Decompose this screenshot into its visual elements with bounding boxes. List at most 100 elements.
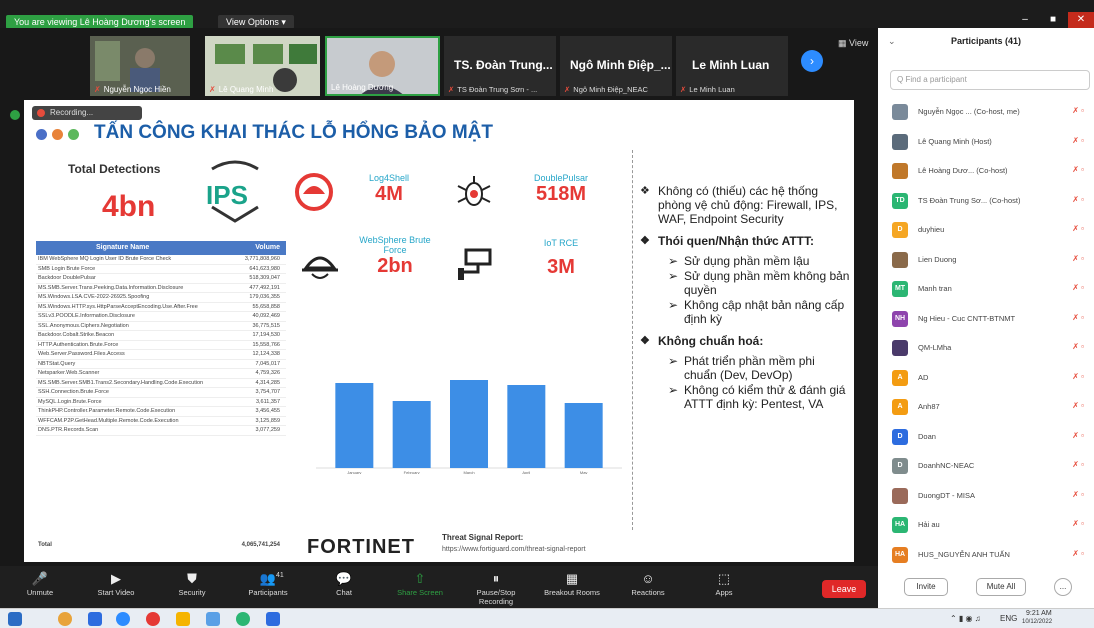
avatar: HA <box>892 517 908 533</box>
security-shield-icon <box>10 110 20 120</box>
thumb-name: Lê Quang Minh <box>218 85 274 94</box>
app-icon[interactable] <box>146 612 160 626</box>
table-row: Netsparker.Web.Scanner 4,759,326 <box>36 369 286 379</box>
table-row: MS.Windows.LSA.CVE-2022-26925.Spoofing 17… <box>36 293 286 303</box>
view-button[interactable]: ▦ View <box>838 38 868 49</box>
leave-button[interactable]: Leave <box>822 580 866 598</box>
column-header: Signature Name <box>96 244 150 251</box>
video-thumb-1[interactable]: ✗ Nguyễn Ngọc Hiền <box>90 36 190 96</box>
signature-name: Backdoor.Cobalt.Strike.Beacon <box>38 332 115 338</box>
participant-name: Anh87 <box>918 402 940 411</box>
mic-video-status-icon: ✗ ▫ <box>1072 371 1084 381</box>
table-body: IBM WebSphere MQ Login User ID Brute For… <box>36 255 286 436</box>
toolbar-reactions-button[interactable]: ☺ Reactions <box>618 570 678 597</box>
mic-video-status-icon: ✗ ▫ <box>1072 253 1084 263</box>
toolbar-label: Security <box>178 588 206 597</box>
app-icon[interactable] <box>206 612 220 626</box>
table-row: SSL.Anonymous.Ciphers.Negotiation 36,775,… <box>36 322 286 331</box>
system-tray-icons[interactable]: ⌃ ▮ ◉ ♫ <box>950 614 981 623</box>
toolbar-start-video-button[interactable]: ▶ Start Video <box>86 570 146 597</box>
threat-log4shell: Log4Shell 4M <box>334 173 444 206</box>
toolbar-breakout-rooms-button[interactable]: ▦ Breakout Rooms <box>542 570 602 597</box>
next-page-button[interactable]: › <box>801 50 823 72</box>
avatar <box>892 163 908 179</box>
windows-start-icon[interactable] <box>8 612 22 626</box>
participant-search-input[interactable]: Q Find a participant <box>890 70 1090 90</box>
toolbar-share-screen-button[interactable]: ⇧ Share Screen <box>390 570 450 597</box>
participant-row[interactable]: MT Manh tran ✗ ▫ <box>878 275 1094 305</box>
report-url[interactable]: https://www.fortiguard.com/threat-signal… <box>442 546 586 553</box>
video-thumb-2[interactable]: ✗ Lê Quang Minh <box>205 36 320 96</box>
bullet-sub: ➢ Không cập nhật bản nâng cấp định kỳ <box>640 298 850 326</box>
participant-name: Nguyễn Ngọc ... (Co-host, me) <box>918 107 1020 116</box>
participant-row[interactable]: A AD ✗ ▫ <box>878 364 1094 394</box>
mic-muted-icon: ✗ <box>448 85 455 94</box>
participant-tile-3[interactable]: Le Minh Luan ✗ Le Minh Luan <box>676 36 788 96</box>
signature-volume: 477,492,191 <box>249 284 280 291</box>
threat-value: 3M <box>547 256 575 278</box>
participant-row[interactable]: Nguyễn Ngọc ... (Co-host, me) ✗ ▫ <box>878 98 1094 128</box>
view-options-button[interactable]: View Options ▾ <box>218 15 294 29</box>
participant-row[interactable]: HA Hải au ✗ ▫ <box>878 511 1094 541</box>
mute-all-button[interactable]: Mute All <box>976 578 1026 596</box>
meeting-area: ✗ Nguyễn Ngọc Hiền ✗ Lê Quang Minh Lê Hoàn… <box>0 28 878 590</box>
participant-tile-1[interactable]: TS. Đoàn Trung... ✗ TS Đoàn Trung Sơn - .… <box>444 36 556 96</box>
participant-tile-2[interactable]: Ngô Minh Điệp_... ✗ Ngô Minh Điệp_NEAC <box>560 36 672 96</box>
participant-row[interactable]: Lê Quang Minh (Host) ✗ ▫ <box>878 128 1094 158</box>
file-explorer-icon[interactable] <box>176 612 190 626</box>
mic-video-status-icon: ✗ ▫ <box>1072 342 1084 351</box>
app-icon[interactable] <box>236 612 250 626</box>
toolbar-pause-stop-recording-button[interactable]: ⏸ Pause/Stop Recording <box>466 570 526 606</box>
recording-indicator[interactable]: Recording... <box>32 106 142 120</box>
shield-icon: ⛊ <box>187 571 197 586</box>
participant-row[interactable]: Lien Duong ✗ ▫ <box>878 246 1094 276</box>
toolbar-apps-button[interactable]: ⬚ Apps <box>694 570 754 597</box>
threat-value: 518M <box>535 183 587 205</box>
bullet-list: ❖ Không có (thiếu) các hệ thống phòng vệ … <box>640 184 850 412</box>
chart-bar-february <box>392 401 431 468</box>
language-indicator[interactable]: ENG <box>1000 614 1017 623</box>
avatar: D <box>892 428 908 445</box>
signature-volume: 4,314,285 <box>255 379 280 386</box>
participant-row[interactable]: Lê Hoàng Dươ... (Co-host) ✗ ▫ <box>878 157 1094 187</box>
threat-value: 2bn <box>377 255 413 277</box>
app-icon[interactable] <box>116 612 130 626</box>
participant-row[interactable]: TD TS Đoàn Trung Sơ... (Co-host) ✗ ▫ <box>878 187 1094 217</box>
mic-muted-icon: ✗ <box>680 85 687 94</box>
breakout-icon: ▦ <box>565 571 579 586</box>
diamond-bullet-icon: ❖ <box>640 335 650 347</box>
minimize-button[interactable]: – <box>1012 12 1038 28</box>
mic-muted-icon: ✗ <box>564 85 571 94</box>
threat-name: WebSphere Brute Force <box>359 235 431 255</box>
slide-dots <box>36 127 84 145</box>
participant-row[interactable]: D Doan ✗ ▫ <box>878 423 1094 453</box>
close-button[interactable]: ✕ <box>1068 12 1094 28</box>
restore-button[interactable]: ■ <box>1040 12 1066 28</box>
signature-volume: 641,623,980 <box>249 265 280 272</box>
invite-button[interactable]: Invite <box>904 578 948 596</box>
participant-row[interactable]: D DoanhNC-NEAC ✗ ▫ <box>878 452 1094 482</box>
zoom-icon[interactable] <box>266 612 280 626</box>
mic-video-status-icon: ✗ ▫ <box>1072 224 1084 233</box>
toolbar-chat-button[interactable]: 💬 Chat <box>314 570 374 597</box>
participant-row[interactable]: DuongDT - MISA ✗ ▫ <box>878 482 1094 512</box>
participant-name: Doan <box>918 431 936 441</box>
signature-name: HTTP.Authentication.Brute.Force <box>38 341 119 348</box>
more-options-button[interactable]: ... <box>1054 578 1072 596</box>
participant-name: Lê Quang Minh (Host) <box>918 136 992 146</box>
participant-row[interactable]: NH Ng Hieu - Cuc CNTT-BTNMT ✗ ▫ <box>878 305 1094 335</box>
chrome-icon[interactable] <box>58 612 72 626</box>
clock-date[interactable]: 10/12/2022 <box>1022 619 1052 625</box>
video-thumb-active-speaker[interactable]: Lê Hoàng Dương <box>325 36 440 96</box>
participant-row[interactable]: Dduyhieu ✗ ▫ <box>878 216 1094 246</box>
app-icon[interactable] <box>88 612 102 626</box>
participant-row[interactable]: HA HUS_NGUYỄN ANH TUẤN ✗ ▫ <box>878 541 1094 571</box>
arrow-bullet-icon: ➢ <box>668 269 679 283</box>
participant-name: DuongDT - MISA <box>918 490 975 500</box>
participant-row[interactable]: QM-LMha ✗ ▫ <box>878 334 1094 364</box>
toolbar-unmute-button[interactable]: 🎤 Unmute <box>10 570 70 597</box>
toolbar-participants-button[interactable]: 👥 Participants 41 <box>238 570 298 597</box>
toolbar-security-button[interactable]: ⛊ Security <box>162 570 222 597</box>
clock-time[interactable]: 9:21 AM <box>1026 610 1052 617</box>
participant-row[interactable]: A Anh87 ✗ ▫ <box>878 393 1094 423</box>
